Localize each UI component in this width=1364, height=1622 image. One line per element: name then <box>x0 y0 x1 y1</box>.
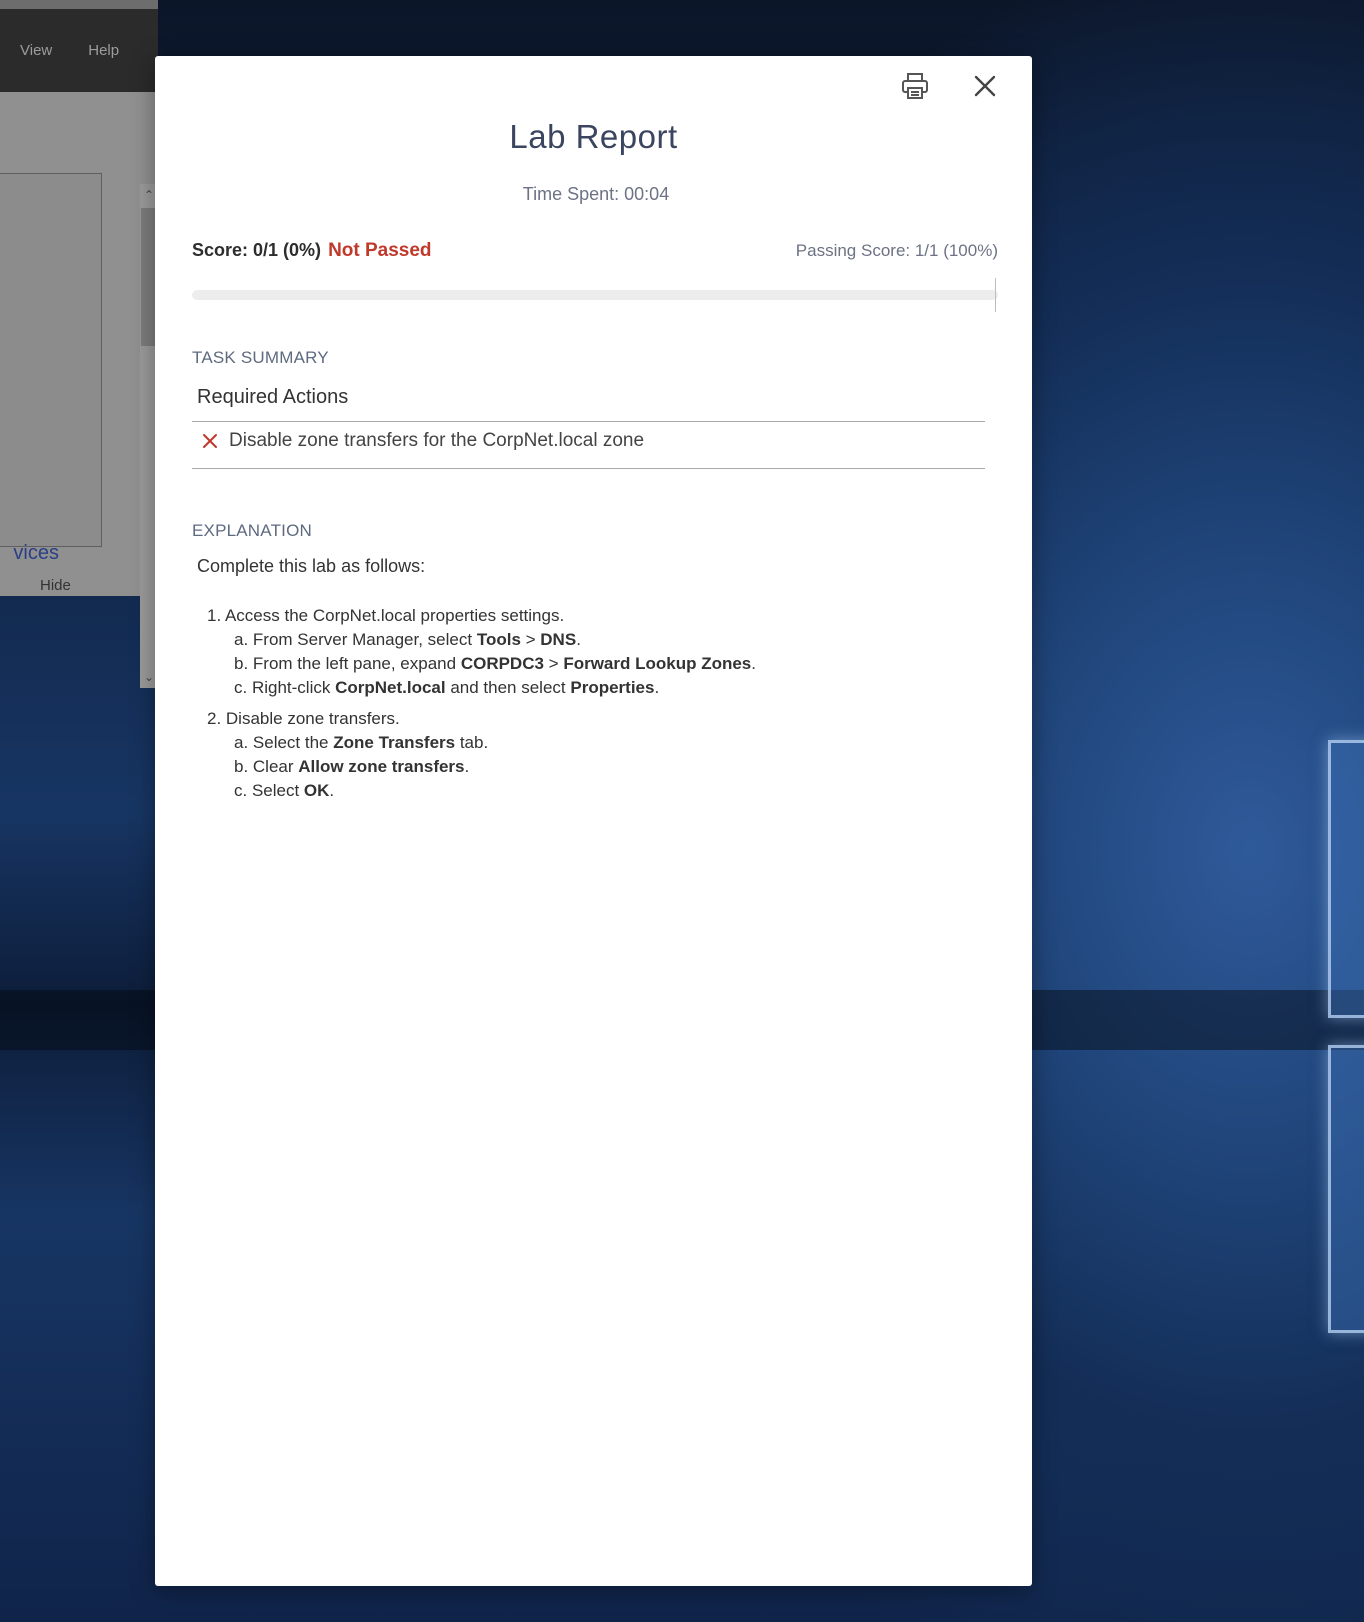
services-link[interactable]: vices <box>0 542 59 565</box>
step-sub: c. Select OK. <box>207 779 967 803</box>
step-sub: a. Select the Zone Transfers tab. <box>207 731 967 755</box>
divider <box>192 468 985 469</box>
time-spent-label: Time Spent: <box>522 184 620 204</box>
score-row: Score: 0/1 (0%) Not Passed Passing Score… <box>192 240 998 262</box>
sub-bold: CorpNet.local <box>335 678 446 697</box>
sub-text: tab. <box>455 733 489 752</box>
sub-bold: Zone Transfers <box>333 733 456 752</box>
step-sub: b. From the left pane, expand CORPDC3 > … <box>207 652 967 676</box>
sub-text: a. From Server Manager, select <box>234 630 477 649</box>
app-body: vices Hide ⌃ ⌄ <box>0 92 158 688</box>
time-spent-value: 00:04 <box>624 184 670 204</box>
step-sub: c. Right-click CorpNet.local and then se… <box>207 676 967 700</box>
sub-text: . <box>751 654 756 673</box>
sub-text: a. Select the <box>234 733 334 752</box>
explanation-intro: Complete this lab as follows: <box>197 556 426 576</box>
windows-logo-pane-bottom <box>1328 1045 1364 1333</box>
sub-text: > <box>543 654 564 673</box>
time-spent: Time Spent: 00:04 <box>155 184 1032 205</box>
scroll-up-icon[interactable]: ⌃ <box>142 188 156 202</box>
close-button[interactable] <box>967 68 1003 104</box>
menu-help[interactable]: Help <box>88 42 119 59</box>
sub-bold: CORPDC3 <box>460 654 544 673</box>
score-text: Score: 0/1 (0%) <box>192 240 322 260</box>
hide-link[interactable]: Hide <box>40 577 71 594</box>
step-sub: b. Clear Allow zone transfers. <box>207 755 967 779</box>
sub-bold: Forward Lookup Zones <box>563 654 752 673</box>
sub-bold: DNS <box>540 630 577 649</box>
sub-text: . <box>654 678 660 697</box>
list-item: Disable zone transfers for the CorpNet.l… <box>201 430 644 452</box>
windows-logo-pane-top <box>1328 740 1364 1018</box>
sub-bold: Tools <box>476 630 521 649</box>
sub-text: and then select <box>445 678 571 697</box>
status-badge: Not Passed <box>328 240 432 261</box>
print-button[interactable] <box>897 68 933 104</box>
task-summary-label: TASK SUMMARY <box>192 348 329 367</box>
sub-text: . <box>576 630 581 649</box>
menu-view[interactable]: View <box>20 42 52 59</box>
lab-report-modal: Lab Report Time Spent: 00:04 Score: 0/1 (… <box>155 56 1032 1586</box>
report-title: Lab Report <box>509 118 678 155</box>
required-actions-header: Required Actions <box>197 386 349 408</box>
step-title: 1. Access the CorpNet.local properties s… <box>207 606 565 625</box>
sub-text: c. Right-click <box>234 678 336 697</box>
sub-text: . <box>464 757 470 776</box>
printer-icon <box>902 73 928 99</box>
step-sub: a. From Server Manager, select Tools > D… <box>207 628 967 652</box>
divider <box>192 421 985 422</box>
scroll-down-icon[interactable]: ⌄ <box>142 670 156 684</box>
sub-text: c. Select <box>234 781 304 800</box>
step-2: 2. Disable zone transfers. a. Select the… <box>207 707 967 803</box>
step-1: 1. Access the CorpNet.local properties s… <box>207 604 967 700</box>
passing-score-marker <box>995 278 996 312</box>
background-app-window: View Help vices Hide ⌃ ⌄ <box>0 0 158 688</box>
sub-text: . <box>329 781 335 800</box>
passing-score: Passing Score: 1/1 (100%) <box>795 241 998 260</box>
x-icon <box>203 434 217 448</box>
close-icon <box>974 75 996 97</box>
step-title: 2. Disable zone transfers. <box>207 709 400 728</box>
explanation-label: EXPLANATION <box>192 521 312 540</box>
sub-text: b. From the left pane, expand <box>234 654 461 673</box>
sub-bold: OK <box>303 781 330 800</box>
sub-text: > <box>520 630 541 649</box>
sub-text: b. Clear <box>234 757 299 776</box>
action-text: Disable zone transfers for the CorpNet.l… <box>229 430 645 451</box>
app-menubar: View Help <box>0 9 158 92</box>
explanation-steps: 1. Access the CorpNet.local properties s… <box>207 604 967 810</box>
score-progress-bar <box>192 290 998 300</box>
sub-bold: Properties <box>570 678 655 697</box>
sub-bold: Allow zone transfers <box>298 757 465 776</box>
app-titlebar <box>0 0 158 9</box>
app-panel: vices Hide <box>0 173 102 594</box>
